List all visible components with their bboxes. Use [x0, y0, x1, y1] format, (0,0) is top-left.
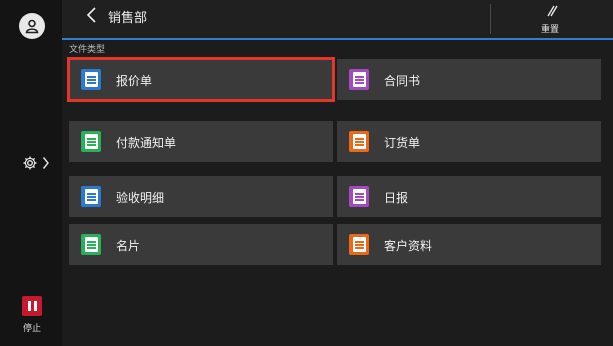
page-title: 销售部 — [108, 11, 148, 26]
doc-type-label: 名片 — [116, 239, 141, 253]
gear-icon — [23, 156, 37, 170]
document-icon — [349, 131, 369, 152]
doc-type-daily-report[interactable]: 日报 — [337, 176, 601, 217]
doc-type-label: 验收明细 — [116, 191, 165, 205]
stop-button[interactable] — [22, 296, 42, 316]
back-button[interactable] — [84, 6, 100, 24]
user-icon — [25, 19, 39, 34]
pause-bar — [33, 301, 37, 311]
doc-type-quotation[interactable]: 报价单 — [67, 57, 335, 102]
user-avatar-button[interactable] — [19, 13, 45, 39]
doc-type-acceptance-detail[interactable]: 验收明细 — [69, 176, 333, 217]
top-bar-accent-line — [62, 38, 613, 40]
reset-button[interactable]: 重置 — [520, 2, 580, 36]
document-icon — [349, 186, 369, 207]
reset-icon — [547, 5, 558, 17]
document-icon — [81, 234, 101, 255]
pause-bar — [27, 301, 31, 311]
doc-type-customer-info[interactable]: 客户资料 — [337, 224, 601, 265]
settings-button[interactable] — [22, 152, 56, 174]
doc-type-label: 付款通知单 — [116, 136, 177, 150]
document-icon — [349, 69, 369, 90]
doc-type-business-card[interactable]: 名片 — [69, 224, 333, 265]
doc-type-payment-notice[interactable]: 付款通知单 — [69, 121, 333, 162]
toolbar-divider — [490, 4, 491, 34]
doc-type-label: 订货单 — [384, 136, 421, 150]
section-label: 文件类型 — [69, 45, 106, 55]
document-icon — [81, 186, 101, 207]
stop-label: 停止 — [22, 324, 41, 334]
doc-type-label: 合同书 — [384, 74, 421, 88]
document-icon — [349, 234, 369, 255]
chevron-right-icon — [42, 157, 49, 169]
doc-type-label: 报价单 — [116, 74, 153, 88]
doc-type-contract[interactable]: 合同书 — [337, 59, 601, 100]
document-icon — [81, 131, 101, 152]
chevron-left-icon — [86, 7, 96, 23]
doc-type-label: 客户资料 — [384, 239, 433, 253]
reset-label: 重置 — [540, 25, 559, 35]
doc-type-label: 日报 — [384, 191, 409, 205]
doc-type-purchase-order[interactable]: 订货单 — [337, 121, 601, 162]
document-icon — [81, 69, 101, 90]
